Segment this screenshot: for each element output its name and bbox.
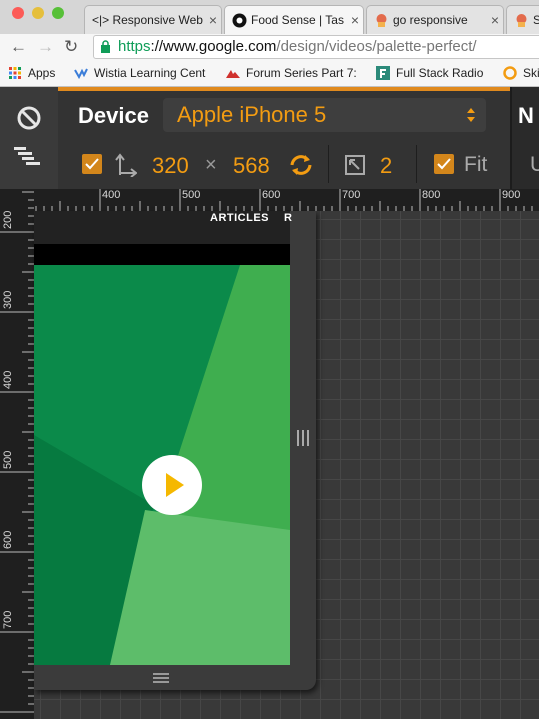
bookmark-label: Full Stack Radio xyxy=(396,66,484,80)
nav-next-link-partial[interactable]: R xyxy=(284,212,292,224)
ruler-label: 700 xyxy=(2,610,14,629)
tab-label: Sk xyxy=(533,13,539,27)
ruler-label: 600 xyxy=(262,189,281,201)
no-emulation-icon[interactable] xyxy=(16,105,42,131)
tab-label: go responsive xyxy=(393,13,468,27)
resize-arrows-icon xyxy=(115,153,137,177)
bookmark-label: Apps xyxy=(28,66,56,80)
play-button[interactable] xyxy=(142,455,202,515)
ski-icon xyxy=(503,66,517,80)
ruler-label: 500 xyxy=(2,450,14,469)
nav-articles-link[interactable]: ARTICLES xyxy=(210,212,269,224)
close-icon[interactable]: × xyxy=(487,12,503,28)
ruler-label: 200 xyxy=(2,210,14,229)
device-select-value: Apple iPhone 5 xyxy=(177,102,327,127)
bookmark-ski[interactable]: Ski xyxy=(503,66,539,80)
device-select[interactable]: Apple iPhone 5 xyxy=(163,98,486,132)
close-window-button[interactable] xyxy=(12,7,24,19)
lock-icon xyxy=(101,40,110,53)
ua-label-partial: U xyxy=(530,153,539,176)
network-label-partial: N xyxy=(518,103,534,128)
close-icon[interactable]: × xyxy=(205,12,221,28)
height-input[interactable]: 568 xyxy=(233,153,270,179)
resize-handle-icon[interactable] xyxy=(296,430,310,446)
tab-food-sense[interactable]: Food Sense | Tas × xyxy=(224,5,364,34)
back-icon[interactable]: ← xyxy=(10,36,27,58)
bookmark-forum-series[interactable]: Forum Series Part 7: xyxy=(226,66,359,80)
tab-go-responsive[interactable]: go responsive × xyxy=(366,5,504,34)
bottom-resize-handle-icon[interactable] xyxy=(153,672,169,684)
tab-strip: <|> Responsive Web × Food Sense | Tas × … xyxy=(0,0,539,34)
bookmark-full-stack-radio[interactable]: Full Stack Radio xyxy=(376,66,483,80)
devtools-side-column xyxy=(0,87,58,189)
address-bar[interactable]: https://www.google.com/design/videos/pal… xyxy=(93,35,539,59)
forward-icon[interactable]: → xyxy=(37,36,54,58)
fit-label: Fit xyxy=(464,153,488,176)
ruler-label: 400 xyxy=(2,370,14,389)
bookmark-label: Ski xyxy=(523,66,539,80)
ruler-label: 400 xyxy=(102,189,121,201)
ruler-label: 600 xyxy=(2,530,14,549)
ruler-label: 800 xyxy=(422,189,441,201)
times-sign: × xyxy=(205,154,217,176)
separator xyxy=(416,145,417,183)
full-stack-radio-icon xyxy=(376,66,390,80)
reload-icon[interactable]: ↻ xyxy=(64,36,78,58)
bookmark-wistia[interactable]: Wistia Learning Cent xyxy=(74,66,209,80)
width-input[interactable]: 320 xyxy=(152,153,189,179)
forum-icon xyxy=(226,70,240,78)
active-tab-indicator xyxy=(58,87,510,91)
tab-sk[interactable]: Sk xyxy=(506,5,539,34)
ruler-label: 300 xyxy=(2,290,14,309)
url-host: ://www.google.com xyxy=(150,38,277,55)
swap-dimensions-icon[interactable] xyxy=(288,153,314,177)
resolution-checkbox[interactable] xyxy=(82,154,102,174)
go-responsive-icon xyxy=(374,13,389,28)
wistia-icon xyxy=(74,68,88,80)
ruler-label: 500 xyxy=(182,189,201,201)
url-path: /design/videos/palette-perfect/ xyxy=(276,38,477,55)
bookmark-label: Wistia Learning Cent xyxy=(94,66,206,80)
minimize-window-button[interactable] xyxy=(32,7,44,19)
page-black-band xyxy=(34,244,290,265)
food-sense-icon xyxy=(232,13,247,28)
zoom-window-button[interactable] xyxy=(52,7,64,19)
play-icon xyxy=(166,473,184,497)
apps-grid-icon xyxy=(9,67,21,79)
fit-checkbox[interactable] xyxy=(434,154,454,174)
sk-icon xyxy=(514,13,529,28)
device-label: Device xyxy=(78,103,149,128)
select-arrows-icon xyxy=(467,108,475,122)
media-queries-icon[interactable] xyxy=(14,146,42,166)
device-pixel-ratio-input[interactable]: 2 xyxy=(380,153,392,179)
separator xyxy=(328,145,329,183)
ruler-label: 900 xyxy=(502,189,521,201)
tab-responsive-web[interactable]: <|> Responsive Web × xyxy=(84,5,222,34)
bookmarks-bar: Apps Wistia Learning Cent Forum Series P… xyxy=(0,61,539,87)
tab-label: Food Sense | Tas xyxy=(251,13,344,27)
close-icon[interactable]: × xyxy=(347,12,363,28)
device-pixel-ratio-icon xyxy=(345,155,365,175)
url-scheme: https xyxy=(118,38,151,55)
browser-toolbar: ← → ↻ https://www.google.com/design/vide… xyxy=(0,34,539,61)
bookmark-label: Forum Series Part 7: xyxy=(246,66,357,80)
bookmark-apps[interactable]: Apps xyxy=(8,66,55,80)
ruler-label: 700 xyxy=(342,189,361,201)
tab-label: <|> Responsive Web xyxy=(92,13,203,27)
